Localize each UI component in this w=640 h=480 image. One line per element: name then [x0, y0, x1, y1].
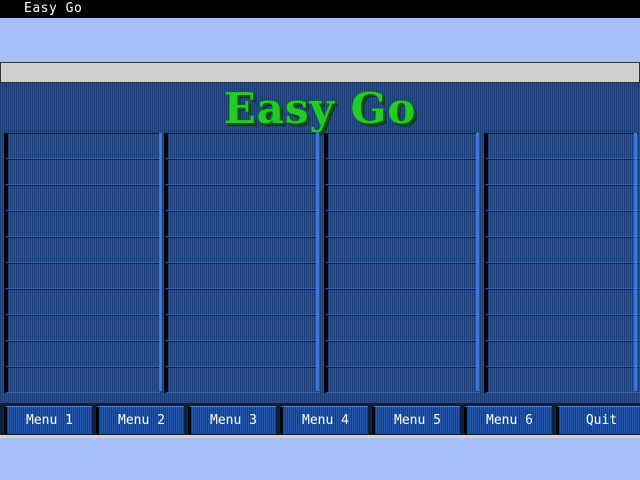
grid-slot[interactable]: [324, 237, 479, 263]
grid-column-4: [484, 133, 639, 393]
grid-slot[interactable]: [164, 263, 319, 289]
column-separator: [634, 133, 637, 391]
app-logo: Easy Go: [223, 84, 417, 133]
grid-slot[interactable]: [484, 341, 639, 367]
grid-slot[interactable]: [324, 315, 479, 341]
column-separator: [159, 133, 162, 391]
grid-slot[interactable]: [324, 133, 479, 159]
grid-slot[interactable]: [4, 159, 159, 185]
grid-slot[interactable]: [324, 341, 479, 367]
grid-slot[interactable]: [164, 133, 319, 159]
window-title: Easy Go: [24, 1, 83, 16]
grid-slot[interactable]: [4, 341, 159, 367]
grid-column-1: [4, 133, 159, 393]
menu-button-3[interactable]: Menu 3: [188, 406, 276, 434]
grid-slot[interactable]: [484, 237, 639, 263]
grid-slot[interactable]: [484, 367, 639, 393]
column-separator: [316, 133, 319, 391]
grid-slot[interactable]: [4, 211, 159, 237]
menu-button-6[interactable]: Menu 6: [464, 406, 552, 434]
grid-slot[interactable]: [4, 289, 159, 315]
grid-slot[interactable]: [164, 237, 319, 263]
grid-slot[interactable]: [4, 367, 159, 393]
status-strip: [0, 62, 640, 83]
menu-button-5[interactable]: Menu 5: [372, 406, 460, 434]
grid-slot[interactable]: [484, 289, 639, 315]
top-area: [0, 18, 640, 62]
grid-slot[interactable]: [164, 367, 319, 393]
grid-slot[interactable]: [4, 237, 159, 263]
menu-bar: Menu 1 Menu 2 Menu 3 Menu 4 Menu 5 Menu 6 Quit: [0, 403, 640, 435]
menu-button-1[interactable]: Menu 1: [4, 406, 92, 434]
grid-slot[interactable]: [324, 289, 479, 315]
grid-slot[interactable]: [4, 185, 159, 211]
bottom-area: [0, 435, 640, 480]
grid-slot[interactable]: [164, 159, 319, 185]
program-grid: [0, 133, 640, 393]
column-separator: [476, 133, 479, 391]
grid-slot[interactable]: [4, 263, 159, 289]
grid-slot[interactable]: [484, 185, 639, 211]
grid-slot[interactable]: [164, 341, 319, 367]
grid-slot[interactable]: [324, 263, 479, 289]
grid-slot[interactable]: [4, 133, 159, 159]
grid-slot[interactable]: [484, 159, 639, 185]
grid-slot[interactable]: [324, 159, 479, 185]
grid-slot[interactable]: [484, 263, 639, 289]
grid-slot[interactable]: [164, 211, 319, 237]
grid-slot[interactable]: [324, 211, 479, 237]
window-title-bar[interactable]: Easy Go: [0, 0, 640, 18]
grid-slot[interactable]: [164, 315, 319, 341]
grid-slot[interactable]: [484, 315, 639, 341]
menu-button-2[interactable]: Menu 2: [96, 406, 184, 434]
main-panel: Easy Go Menu 1 Menu 2 Menu 3 Menu 4 Menu 5 Me…: [0, 83, 640, 435]
grid-column-2: [164, 133, 319, 393]
menu-button-4[interactable]: Menu 4: [280, 406, 368, 434]
grid-slot[interactable]: [4, 315, 159, 341]
grid-column-3: [324, 133, 479, 393]
grid-slot[interactable]: [324, 367, 479, 393]
quit-button[interactable]: Quit: [556, 406, 640, 434]
grid-slot[interactable]: [324, 185, 479, 211]
grid-slot[interactable]: [164, 185, 319, 211]
grid-slot[interactable]: [484, 133, 639, 159]
grid-slot[interactable]: [164, 289, 319, 315]
grid-slot[interactable]: [484, 211, 639, 237]
